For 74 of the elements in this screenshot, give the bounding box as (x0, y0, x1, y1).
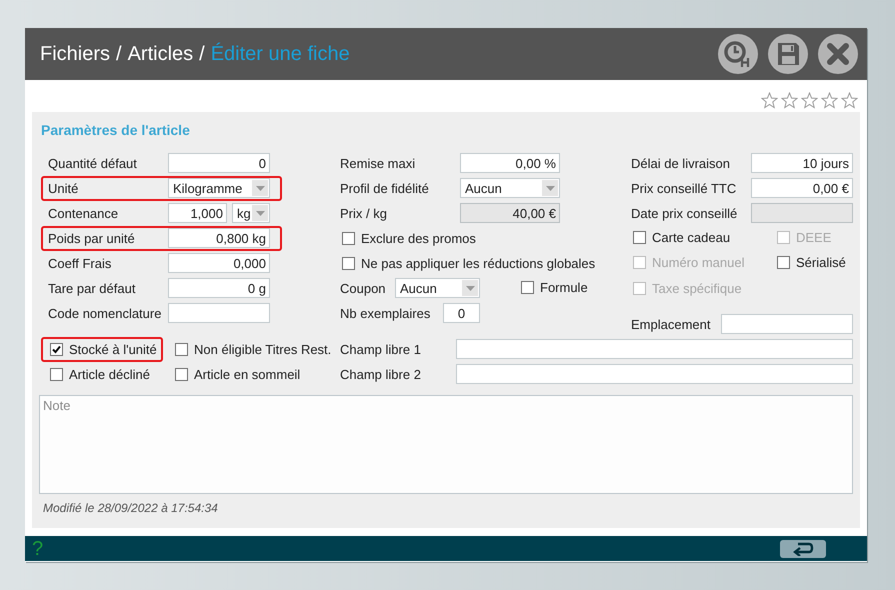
checkbox-label[interactable]: Carte cadeau (652, 230, 730, 244)
checkbox[interactable] (777, 256, 790, 268)
checkbox[interactable] (342, 232, 355, 244)
input-field[interactable]: 0,000 (168, 253, 270, 273)
checkbox[interactable] (50, 342, 63, 356)
field-label: Poids par unité (48, 230, 136, 246)
input-field[interactable]: 1,000 (168, 203, 227, 223)
checkbox[interactable] (50, 368, 63, 380)
checkbox-label[interactable]: Ne pas appliquer les réductions globales (361, 256, 596, 270)
field-label: Emplacement (631, 316, 712, 332)
dropdown[interactable]: kg (232, 203, 270, 223)
input-field[interactable] (721, 314, 853, 334)
input-field[interactable] (456, 364, 853, 384)
checkbox[interactable] (175, 368, 188, 380)
input-field[interactable]: 10 jours (751, 153, 853, 173)
field-label: Prix / kg (340, 206, 388, 220)
field-label: Coupon (340, 280, 387, 296)
checkbox-label[interactable]: Stocké à l'unité (69, 342, 157, 356)
input-field[interactable]: 0 g (168, 278, 270, 298)
checkbox-label[interactable]: Exclure des promos (361, 230, 476, 246)
field-label: Contenance (48, 206, 120, 220)
star-icon[interactable] (801, 92, 818, 109)
input-field[interactable]: 0,00 % (460, 153, 560, 173)
field-label: Champ libre 2 (340, 366, 422, 382)
checkbox-label[interactable]: Article décliné (69, 366, 150, 382)
caret-icon (542, 180, 558, 196)
return-button[interactable] (780, 540, 826, 558)
star-icon[interactable] (841, 92, 858, 109)
field-label: Unité (48, 180, 80, 196)
dropdown[interactable]: Aucun (460, 178, 560, 198)
checkbox[interactable] (342, 256, 355, 270)
checkbox[interactable] (521, 280, 534, 294)
save-button[interactable] (768, 34, 808, 74)
note-field[interactable]: Note (39, 395, 853, 494)
field-label: Coeff Frais (48, 256, 112, 270)
field-label: Quantité défaut (48, 156, 138, 170)
field-label: Délai de livraison (631, 156, 731, 170)
close-button[interactable] (818, 34, 858, 74)
input-field[interactable]: 0 (168, 153, 270, 173)
breadcrumb-link[interactable]: Fichiers (40, 42, 110, 66)
dropdown[interactable]: Kilogramme (168, 178, 270, 198)
checkbox-label[interactable]: Sérialisé (796, 254, 846, 270)
field-label: Tare par défaut (48, 280, 136, 296)
input-field[interactable]: 0 (443, 303, 480, 323)
breadcrumb-separator: / (199, 42, 205, 66)
star-icon[interactable] (821, 92, 838, 109)
field-label: Remise maxi (340, 156, 416, 170)
field-label: Champ libre 1 (340, 342, 422, 356)
field-label: Profil de fidélité (340, 180, 430, 196)
caret-icon (252, 180, 268, 196)
history-button[interactable] (718, 34, 758, 74)
checkbox-label[interactable]: Formule (540, 280, 588, 294)
section-title: Paramètres de l'article (41, 121, 191, 140)
checkbox[interactable] (175, 342, 188, 356)
input-field[interactable] (456, 339, 853, 359)
input-field[interactable]: 0,800 kg (168, 228, 270, 248)
dropdown[interactable]: Aucun (395, 278, 480, 298)
modified-timestamp: Modifié le 28/09/2022 à 17:54:34 (43, 500, 219, 515)
return-arrow-icon (792, 542, 814, 556)
caret-icon (462, 280, 478, 296)
field-label: Code nomenclature (48, 306, 162, 320)
checkbox-label[interactable]: Article en sommeil (194, 366, 300, 382)
caret-icon (252, 205, 268, 221)
field-label: Prix conseillé TTC (631, 180, 738, 196)
field-label: Date prix conseillé (631, 206, 738, 220)
star-icon[interactable] (781, 92, 798, 109)
breadcrumb-link[interactable]: Articles (128, 42, 194, 66)
star-icon[interactable] (761, 92, 778, 109)
checkbox[interactable] (633, 230, 646, 244)
checkbox-label[interactable]: Non éligible Titres Rest. (194, 342, 332, 356)
input-field[interactable] (168, 303, 270, 323)
input-field[interactable]: 0,00 € (751, 178, 853, 198)
field-label: Nb exemplaires (340, 306, 432, 320)
breadcrumb-separator: / (116, 42, 122, 66)
